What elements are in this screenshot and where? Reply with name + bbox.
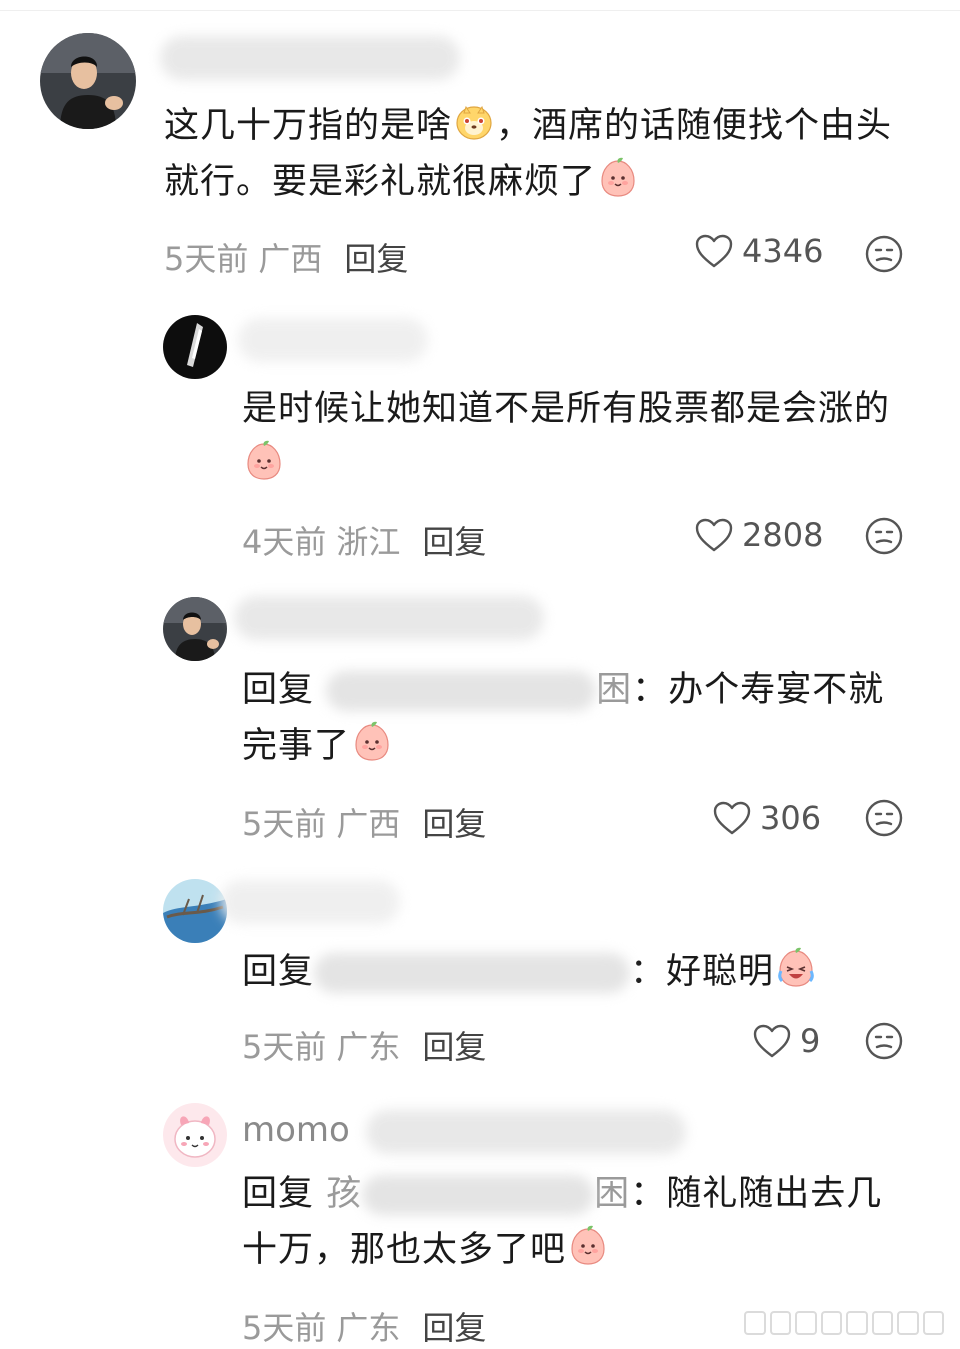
location: 广东	[336, 1028, 401, 1066]
username-redacted[interactable]	[160, 36, 460, 80]
neutral-face-icon[interactable]	[864, 798, 904, 838]
like-button[interactable]: 9	[752, 1022, 820, 1060]
comment-meta: 5天前 广西 回复	[164, 234, 408, 280]
reply-button[interactable]: 回复	[422, 805, 486, 843]
comment-meta: 5天前 广西 回复	[242, 799, 486, 845]
watermark	[744, 1311, 944, 1335]
like-button[interactable]: 2808	[694, 516, 823, 554]
username-redacted[interactable]	[238, 318, 428, 362]
location: 广东	[336, 1309, 401, 1347]
avatar[interactable]	[163, 315, 227, 379]
top-divider	[0, 0, 960, 11]
timestamp: 5天前	[164, 240, 249, 278]
like-count: 9	[800, 1022, 821, 1060]
peach-smile-emoji	[350, 719, 394, 763]
heart-outline-icon	[752, 1023, 792, 1059]
comment-meta: 5天前 广东 回复	[242, 1022, 486, 1068]
reply-target-redacted[interactable]	[314, 953, 631, 993]
avatar[interactable]	[163, 597, 227, 661]
timestamp: 5天前	[242, 1028, 327, 1066]
reply-target-redacted[interactable]	[362, 1175, 595, 1215]
neutral-face-icon[interactable]	[864, 516, 904, 556]
peach-smile-emoji	[242, 438, 286, 482]
timestamp: 5天前	[242, 805, 327, 843]
like-button[interactable]: 4346	[694, 232, 823, 270]
username-redacted[interactable]	[366, 1110, 686, 1154]
laugh-tears-emoji	[774, 945, 818, 989]
comment-text: 回复 孩困：随礼随出去几 十万，那也太多了吧	[242, 1174, 883, 1270]
heart-outline-icon	[712, 800, 752, 836]
peach-smile-emoji	[566, 1223, 610, 1267]
neutral-face-icon[interactable]	[864, 1021, 904, 1061]
comment-text: 回复 困：办个寿宴不就 完事了	[242, 670, 885, 766]
like-count: 4346	[742, 232, 824, 270]
reply-button[interactable]: 回复	[422, 1309, 486, 1347]
username-redacted[interactable]	[234, 596, 544, 640]
username-redacted[interactable]	[220, 880, 400, 924]
comment-text: 是时候让她知道不是所有股票都是会涨的	[242, 381, 932, 493]
timestamp: 5天前	[242, 1309, 327, 1347]
pet-face-emoji	[452, 99, 496, 143]
heart-outline-icon	[694, 233, 734, 269]
reply-button[interactable]: 回复	[422, 1028, 486, 1066]
like-count: 2808	[742, 516, 824, 554]
timestamp: 4天前	[242, 523, 327, 561]
location: 广西	[336, 805, 401, 843]
neutral-face-icon[interactable]	[864, 234, 904, 274]
peach-smile-emoji	[596, 155, 640, 199]
location: 浙江	[336, 523, 401, 561]
heart-outline-icon	[694, 517, 734, 553]
reply-button[interactable]: 回复	[344, 240, 408, 278]
reply-target-redacted[interactable]	[326, 671, 597, 711]
reply-button[interactable]: 回复	[422, 523, 486, 561]
comment-meta: 4天前 浙江 回复	[242, 517, 486, 563]
like-count: 306	[760, 799, 822, 837]
avatar[interactable]	[163, 1103, 227, 1167]
location: 广西	[258, 240, 323, 278]
avatar[interactable]	[40, 33, 136, 129]
comment-meta: 5天前 广东 回复	[242, 1303, 486, 1349]
comment-text: 这几十万指的是啥 ，酒席的话随便找个由头 就行。要是彩礼就很麻烦了	[164, 98, 934, 210]
comment-text: 回复 ：好聪明	[242, 944, 932, 1000]
avatar[interactable]	[163, 879, 227, 943]
username[interactable]: momo	[242, 1110, 350, 1150]
like-button[interactable]: 306	[712, 799, 821, 837]
